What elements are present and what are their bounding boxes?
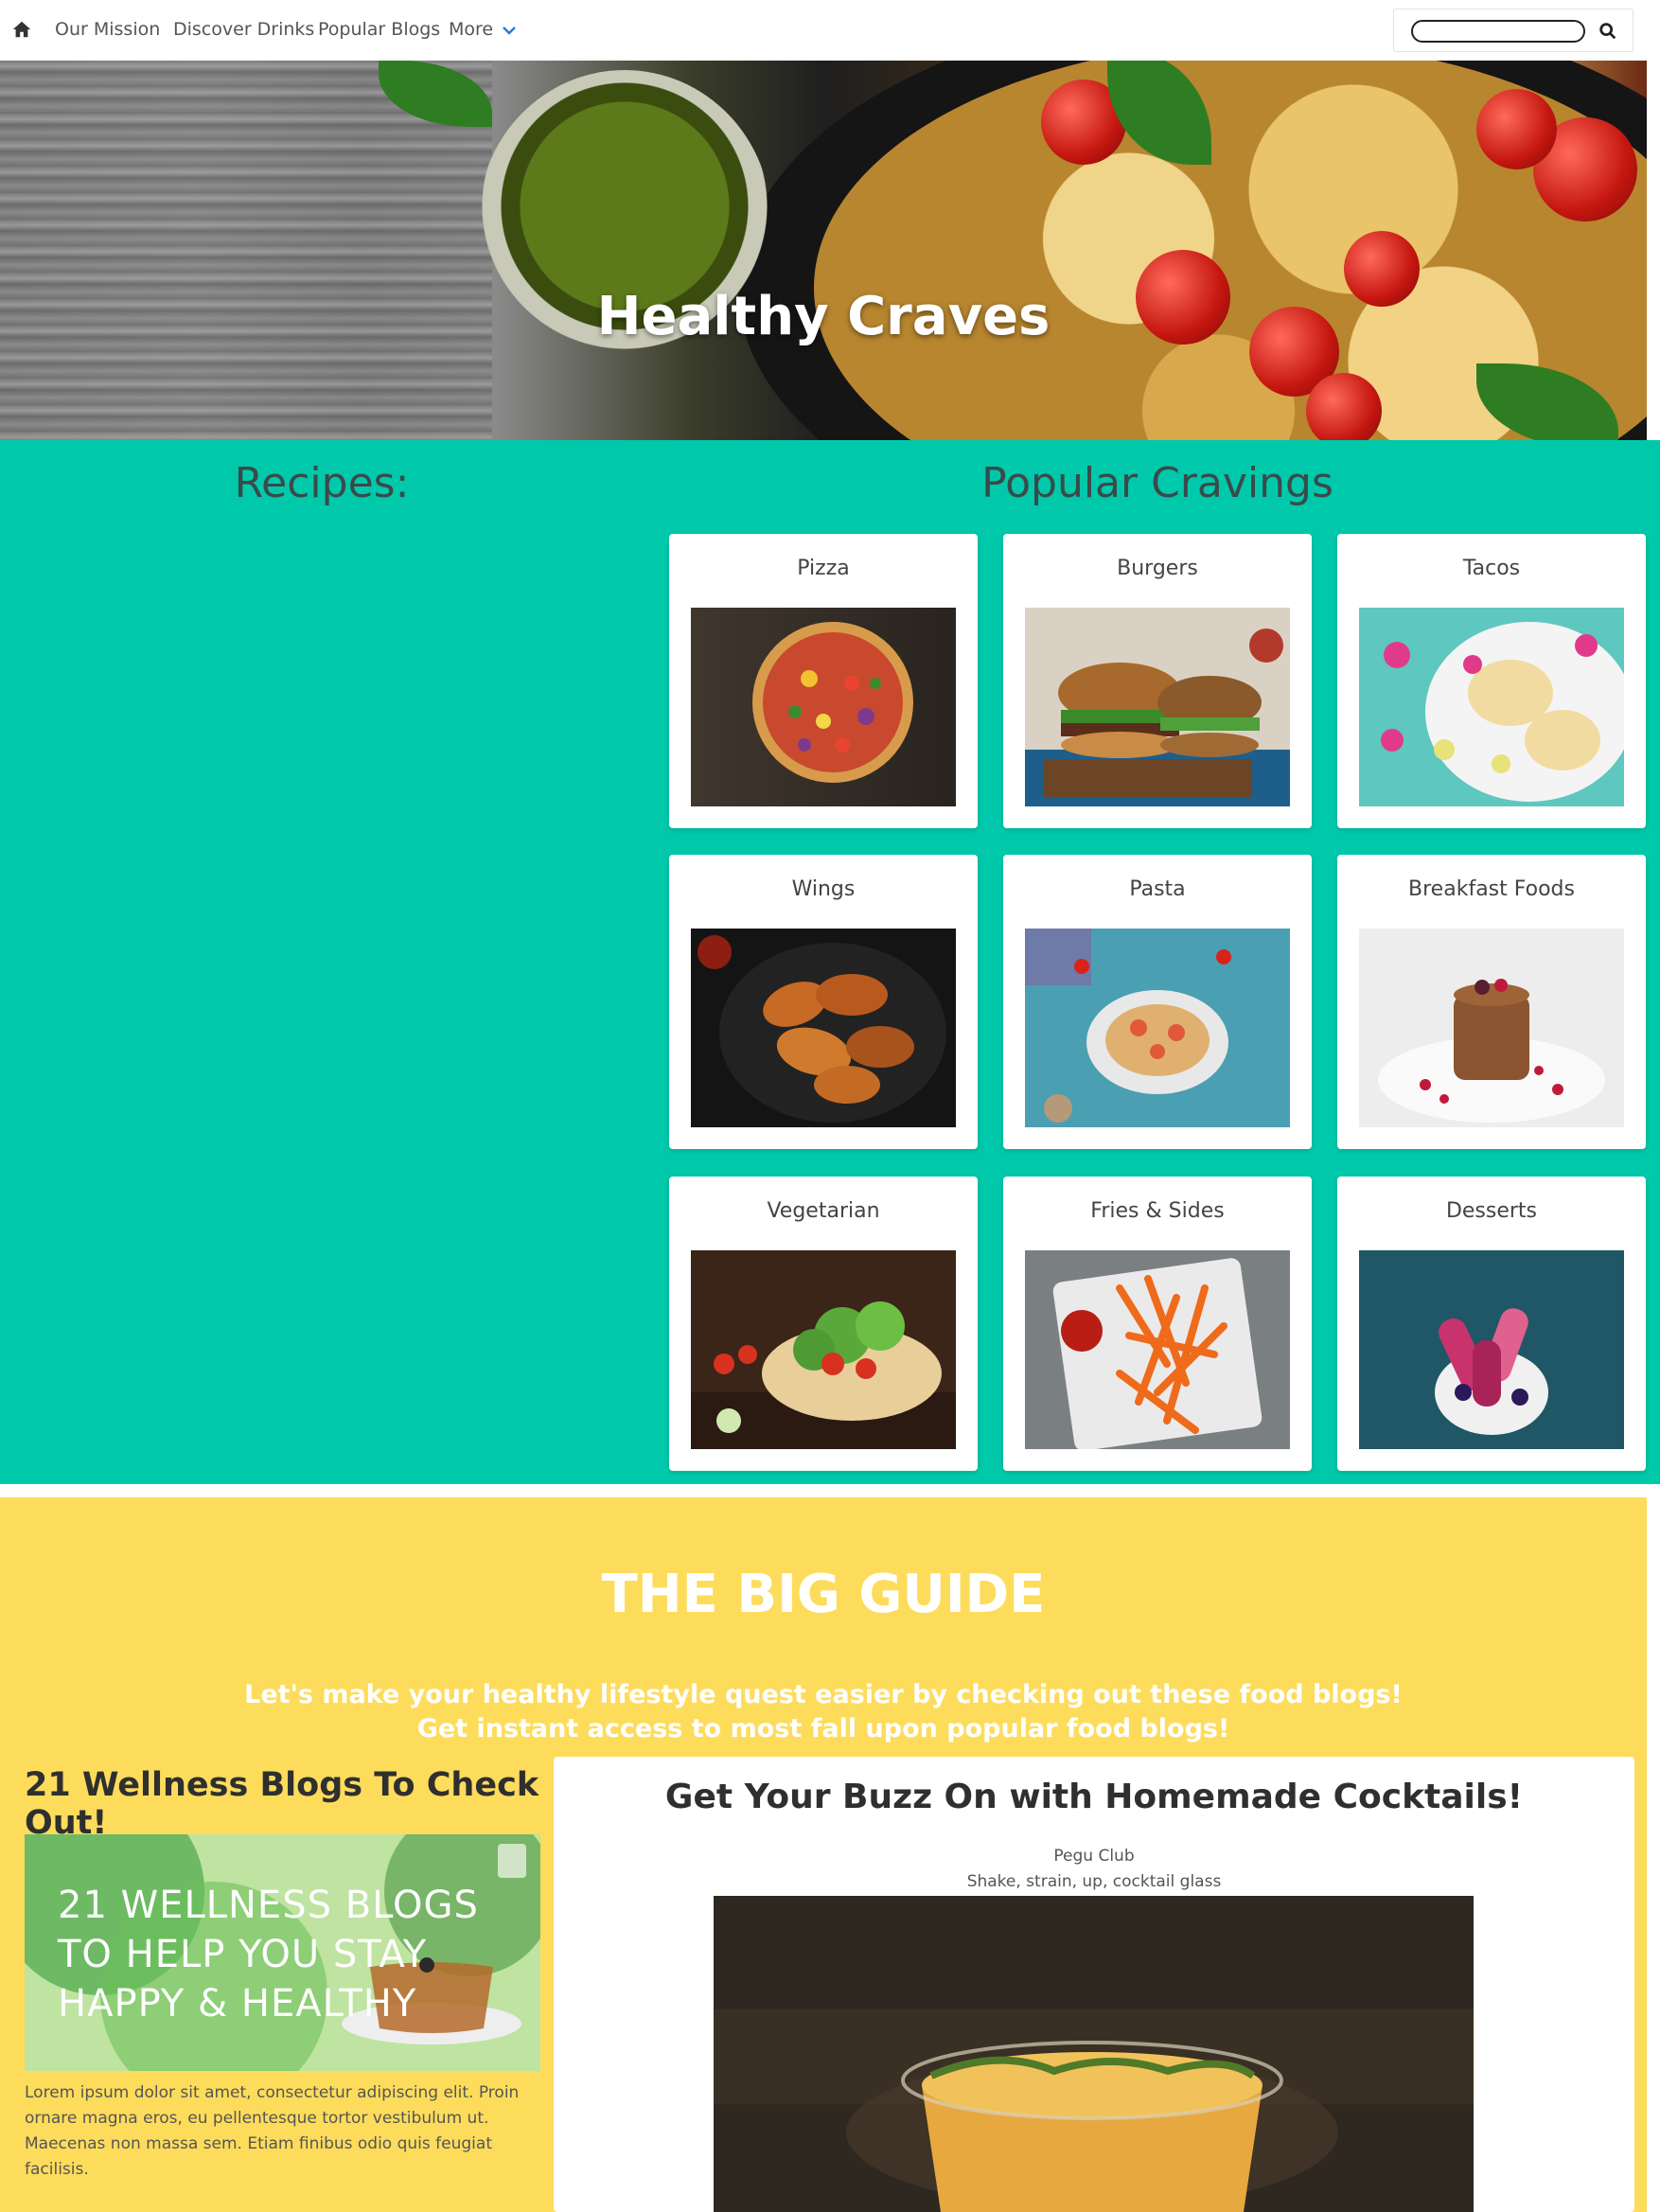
- big-guide-subtitle: Let's make your healthy lifestyle quest …: [0, 1678, 1647, 1746]
- cocktail-description: Shake, strain, up, cocktail glass: [966, 1872, 1222, 1891]
- search-icon[interactable]: [1598, 21, 1618, 42]
- search-input[interactable]: [1411, 20, 1585, 43]
- craving-card-breakfast-foods[interactable]: Breakfast Foods: [1337, 855, 1646, 1149]
- subtitle-line: Get instant access to most fall upon pop…: [416, 1714, 1230, 1743]
- description-line: Maecenas non massa sem. Etiam finibus od…: [25, 2134, 492, 2179]
- wellness-image-text: 21 WELLNESS BLOGS: [58, 1884, 479, 1927]
- big-guide-title: THE BIG GUIDE: [601, 1564, 1046, 1625]
- nav-link-discover-drinks[interactable]: Discover Drinks: [173, 19, 314, 40]
- pasta-image[interactable]: [1025, 929, 1290, 1127]
- popular-cravings-heading: Popular Cravings: [981, 459, 1333, 507]
- description-line: Lorem ipsum dolor sit amet, consectetur …: [25, 2083, 520, 2102]
- card-title: Pasta: [1129, 877, 1186, 901]
- recipes-heading: Recipes:: [234, 459, 410, 507]
- pancakes-image[interactable]: [1359, 929, 1624, 1127]
- fries-image[interactable]: [1025, 1250, 1290, 1449]
- wellness-image-text: TO HELP YOU STAY: [57, 1933, 427, 1976]
- tacos-image[interactable]: [1359, 608, 1624, 806]
- search-form: [1393, 9, 1634, 52]
- card-title: Burgers: [1117, 557, 1198, 580]
- navbar: Our Mission Discover Drinks Popular Blog…: [0, 0, 1660, 61]
- hero-banner: Healthy Craves: [0, 61, 1647, 440]
- cocktail-name: Pegu Club: [1053, 1847, 1135, 1866]
- hero-title: Healthy Craves: [596, 286, 1051, 347]
- vegetarian-image[interactable]: [691, 1250, 956, 1449]
- craving-card-burgers[interactable]: Burgers: [1003, 534, 1312, 828]
- craving-card-desserts[interactable]: Desserts: [1337, 1177, 1646, 1471]
- craving-card-pizza[interactable]: Pizza: [669, 534, 978, 828]
- card-title: Wings: [791, 877, 856, 901]
- card-title: Tacos: [1462, 557, 1521, 580]
- card-title: Pizza: [797, 557, 850, 580]
- wellness-blogs-title[interactable]: 21 Wellness Blogs To Check Out!: [25, 1766, 555, 1842]
- home-icon[interactable]: [11, 19, 32, 40]
- popsicles-image[interactable]: [1359, 1250, 1624, 1449]
- tomato-image: [1306, 373, 1382, 440]
- cocktail-card: Get Your Buzz On with Homemade Cocktails…: [554, 1757, 1634, 2212]
- wellness-blogs-description: Lorem ipsum dolor sit amet, consectetur …: [25, 2080, 540, 2183]
- nav-link-our-mission[interactable]: Our Mission: [55, 19, 160, 40]
- subtitle-line: Let's make your healthy lifestyle quest …: [244, 1680, 1403, 1709]
- pizza-image[interactable]: [691, 608, 956, 806]
- craving-card-fries-sides[interactable]: Fries & Sides: [1003, 1177, 1312, 1471]
- card-title: Fries & Sides: [1090, 1199, 1225, 1223]
- chevron-down-icon[interactable]: [502, 26, 517, 35]
- wellness-blogs-image[interactable]: 21 WELLNESS BLOGS TO HELP YOU STAY HAPPY…: [25, 1834, 540, 2071]
- cocktail-title[interactable]: Get Your Buzz On with Homemade Cocktails…: [554, 1778, 1634, 1816]
- nav-link-popular-blogs[interactable]: Popular Blogs: [318, 19, 440, 40]
- wellness-image-text: HAPPY & HEALTHY: [58, 1982, 416, 2026]
- card-title: Desserts: [1445, 1199, 1538, 1223]
- burger-image[interactable]: [1025, 608, 1290, 806]
- nav-link-more[interactable]: More: [449, 19, 493, 40]
- craving-card-vegetarian[interactable]: Vegetarian: [669, 1177, 978, 1471]
- craving-card-pasta[interactable]: Pasta: [1003, 855, 1312, 1149]
- cocktail-image[interactable]: [714, 1896, 1474, 2212]
- craving-card-wings[interactable]: Wings: [669, 855, 978, 1149]
- card-title: Vegetarian: [767, 1199, 880, 1223]
- tomato-image: [1476, 89, 1557, 169]
- description-line: ornare magna eros, eu pellentesque torto…: [25, 2109, 489, 2128]
- card-title: Breakfast Foods: [1408, 877, 1575, 901]
- wings-image[interactable]: [691, 929, 956, 1127]
- craving-card-tacos[interactable]: Tacos: [1337, 534, 1646, 828]
